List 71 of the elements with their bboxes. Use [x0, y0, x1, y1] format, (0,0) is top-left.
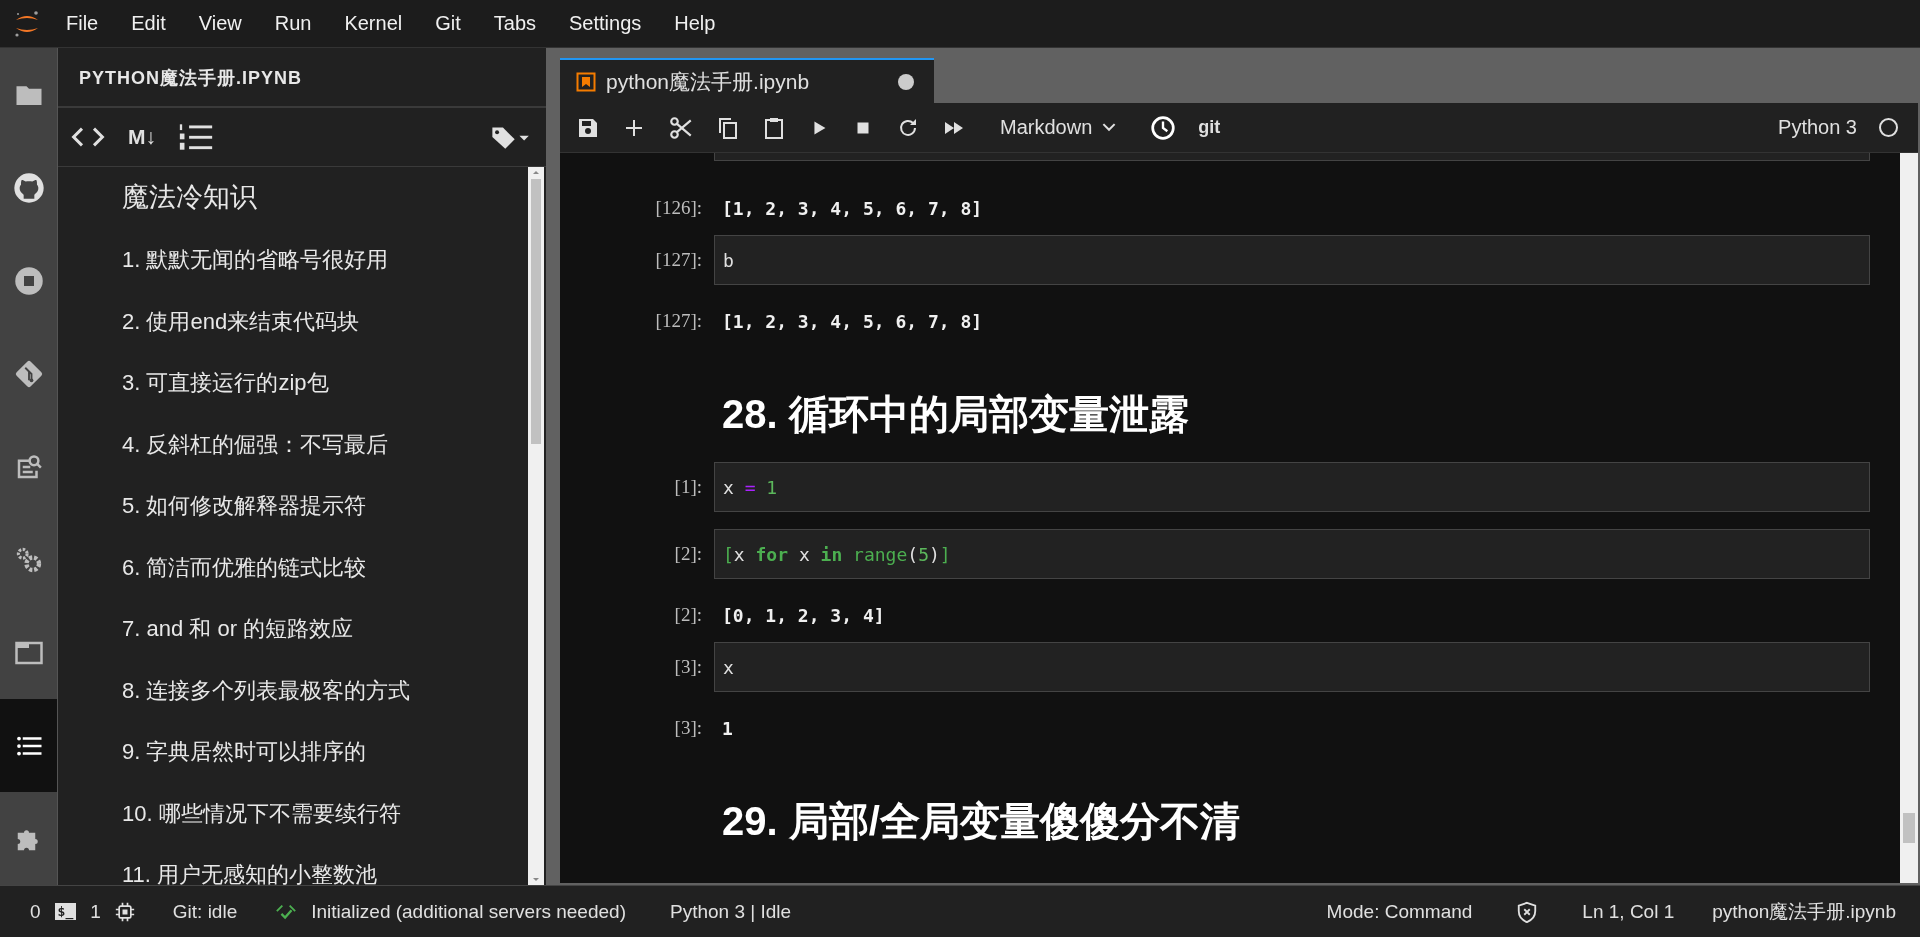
cell-output: 1	[721, 717, 733, 739]
menu-item[interactable]: View	[198, 12, 242, 35]
toc-item[interactable]: 7. and 和 or 的短路效应	[122, 608, 354, 670]
scrollbar[interactable]	[1900, 153, 1918, 883]
menu-item[interactable]: Kernel	[344, 12, 403, 35]
menu-item[interactable]: Tabs	[493, 12, 537, 35]
scroll-thumb[interactable]	[1903, 813, 1915, 843]
kernel-status[interactable]: Python 3 | Idle	[669, 900, 792, 923]
toc-item[interactable]: 11. 用户无感知的小整数池	[122, 854, 378, 885]
terminal-icon: $_	[54, 903, 77, 920]
output-prompt: [3]:	[673, 717, 703, 739]
menu-item[interactable]: File	[66, 12, 99, 35]
toc-item[interactable]: 6. 简洁而优雅的链式比较	[122, 546, 367, 608]
unsaved-dot-icon[interactable]	[898, 73, 914, 90]
input-prompt: [127]:	[654, 249, 703, 271]
input-prompt: [3]:	[673, 656, 703, 678]
output-prompt: [126]:	[654, 197, 703, 219]
markdown-heading: 28. 循环中的局部变量泄露	[721, 391, 1189, 438]
notebook-icon	[576, 71, 596, 92]
menu-item[interactable]: Run	[274, 12, 312, 35]
toc-item[interactable]: 2. 使用end来结束代码块	[122, 300, 360, 362]
github-icon	[12, 171, 45, 204]
toc-item[interactable]: 魔法冷知识	[122, 175, 257, 239]
menu-item[interactable]: Git	[435, 12, 461, 35]
toc-item[interactable]: 3. 可直接运行的zip包	[122, 362, 329, 424]
mode-status: Mode: Command	[1326, 900, 1473, 923]
cell-type-dropdown[interactable]: Markdown	[1000, 116, 1117, 139]
scroll-thumb[interactable]	[531, 179, 541, 444]
menu-item[interactable]: Edit	[131, 12, 166, 35]
toc-item[interactable]: 8. 连接多个列表最极客的方式	[122, 669, 411, 731]
code-input[interactable]: x	[714, 642, 1870, 692]
caret-icon	[1102, 123, 1117, 132]
numbered-list-icon[interactable]	[178, 122, 214, 152]
kernel-name[interactable]: Python 3	[1778, 116, 1857, 139]
code-input[interactable]: b	[714, 235, 1870, 285]
input-prompt: [2]:	[673, 543, 703, 565]
file-name: python魔法手册.ipynb	[1712, 899, 1896, 924]
toc-item[interactable]: 4. 反斜杠的倔强：不写最后	[122, 423, 389, 485]
input-prompt: [1]:	[673, 476, 703, 498]
git-status[interactable]: Git: idle	[172, 900, 238, 923]
stop-icon	[13, 265, 44, 296]
git-button[interactable]: git	[1198, 117, 1221, 138]
output-prompt: [2]:	[673, 604, 703, 626]
paste-icon[interactable]	[762, 115, 786, 140]
code-input[interactable]: x = 1	[714, 462, 1870, 512]
cell-output: [1, 2, 3, 4, 5, 6, 7, 8]	[721, 197, 983, 219]
kernel-count: 1	[90, 900, 101, 923]
toc-item[interactable]: 10. 哪些情况下不需要续行符	[122, 792, 401, 854]
menu-item[interactable]: Help	[674, 12, 716, 35]
toc-item[interactable]: 9. 字典居然时可以排序的	[122, 731, 367, 793]
code-icon[interactable]	[70, 125, 106, 149]
markdown-heading: 29. 局部/全局变量傻傻分不清	[721, 798, 1240, 845]
menu-item[interactable]: Settings	[569, 12, 642, 35]
cell-output: [1, 2, 3, 4, 5, 6, 7, 8]	[721, 310, 983, 332]
notebook-tab[interactable]: python魔法手册.ipynb	[560, 58, 934, 103]
cut-icon[interactable]	[668, 114, 694, 141]
clock-icon[interactable]	[1150, 114, 1177, 141]
toc-item[interactable]: 5. 如何修改解释器提示符	[122, 485, 367, 547]
activity-tab[interactable]	[0, 699, 57, 792]
toc-item[interactable]: 1. 默默无闻的省略号很好用	[122, 239, 389, 301]
scrollbar[interactable]	[528, 167, 544, 885]
cell-output: [0, 1, 2, 3, 4]	[721, 604, 885, 626]
output-prompt: [127]:	[654, 310, 703, 332]
cursor-position[interactable]: Ln 1, Col 1	[1582, 900, 1675, 923]
chip-icon	[114, 901, 135, 922]
shield-icon[interactable]	[1516, 900, 1539, 923]
language-server-status[interactable]: Initialized (additional servers needed)	[311, 900, 626, 923]
copy-icon[interactable]	[716, 115, 740, 140]
markdown-icon[interactable]: M↓	[128, 125, 156, 149]
terminal-count: 0	[30, 900, 41, 923]
code-input[interactable]: [x for x in range(5)]	[714, 529, 1870, 579]
